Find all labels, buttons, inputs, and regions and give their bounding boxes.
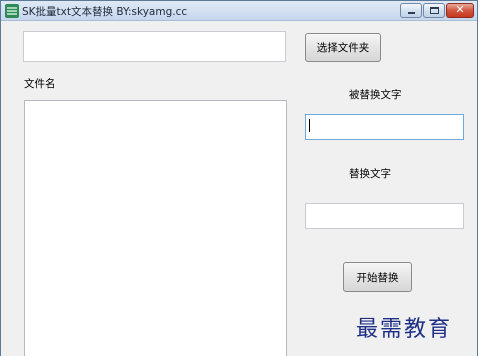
title-bar[interactable]: SK批量txt文本替换 BY:skyamg.cc ✕ (1, 1, 477, 21)
replace-text-input[interactable] (305, 203, 464, 229)
close-button[interactable]: ✕ (446, 3, 474, 18)
minimize-button[interactable] (400, 3, 422, 18)
text-caret (309, 119, 310, 132)
maximize-button[interactable] (423, 3, 445, 18)
start-replace-button[interactable]: 开始替换 (343, 262, 412, 292)
file-list-header: 文件名 (24, 78, 56, 90)
watermark-text: 最需教育 (356, 317, 453, 342)
app-window: SK批量txt文本替换 BY:skyamg.cc ✕ 选择文件夹 文件名 被替换… (0, 0, 478, 356)
window-title: SK批量txt文本替换 BY:skyamg.cc (22, 6, 188, 18)
start-replace-label: 开始替换 (356, 271, 399, 284)
replace-text-label: 替换文字 (349, 168, 391, 180)
choose-folder-label: 选择文件夹 (316, 42, 370, 54)
maximize-icon (430, 7, 439, 14)
close-icon: ✕ (455, 3, 465, 16)
choose-folder-button[interactable]: 选择文件夹 (305, 33, 381, 62)
find-text-input[interactable] (305, 114, 464, 140)
minimize-icon (408, 12, 415, 14)
folder-path-input[interactable] (23, 31, 286, 62)
app-logo-icon (5, 4, 19, 18)
file-list[interactable] (24, 100, 287, 356)
find-text-label: 被替换文字 (349, 89, 402, 101)
